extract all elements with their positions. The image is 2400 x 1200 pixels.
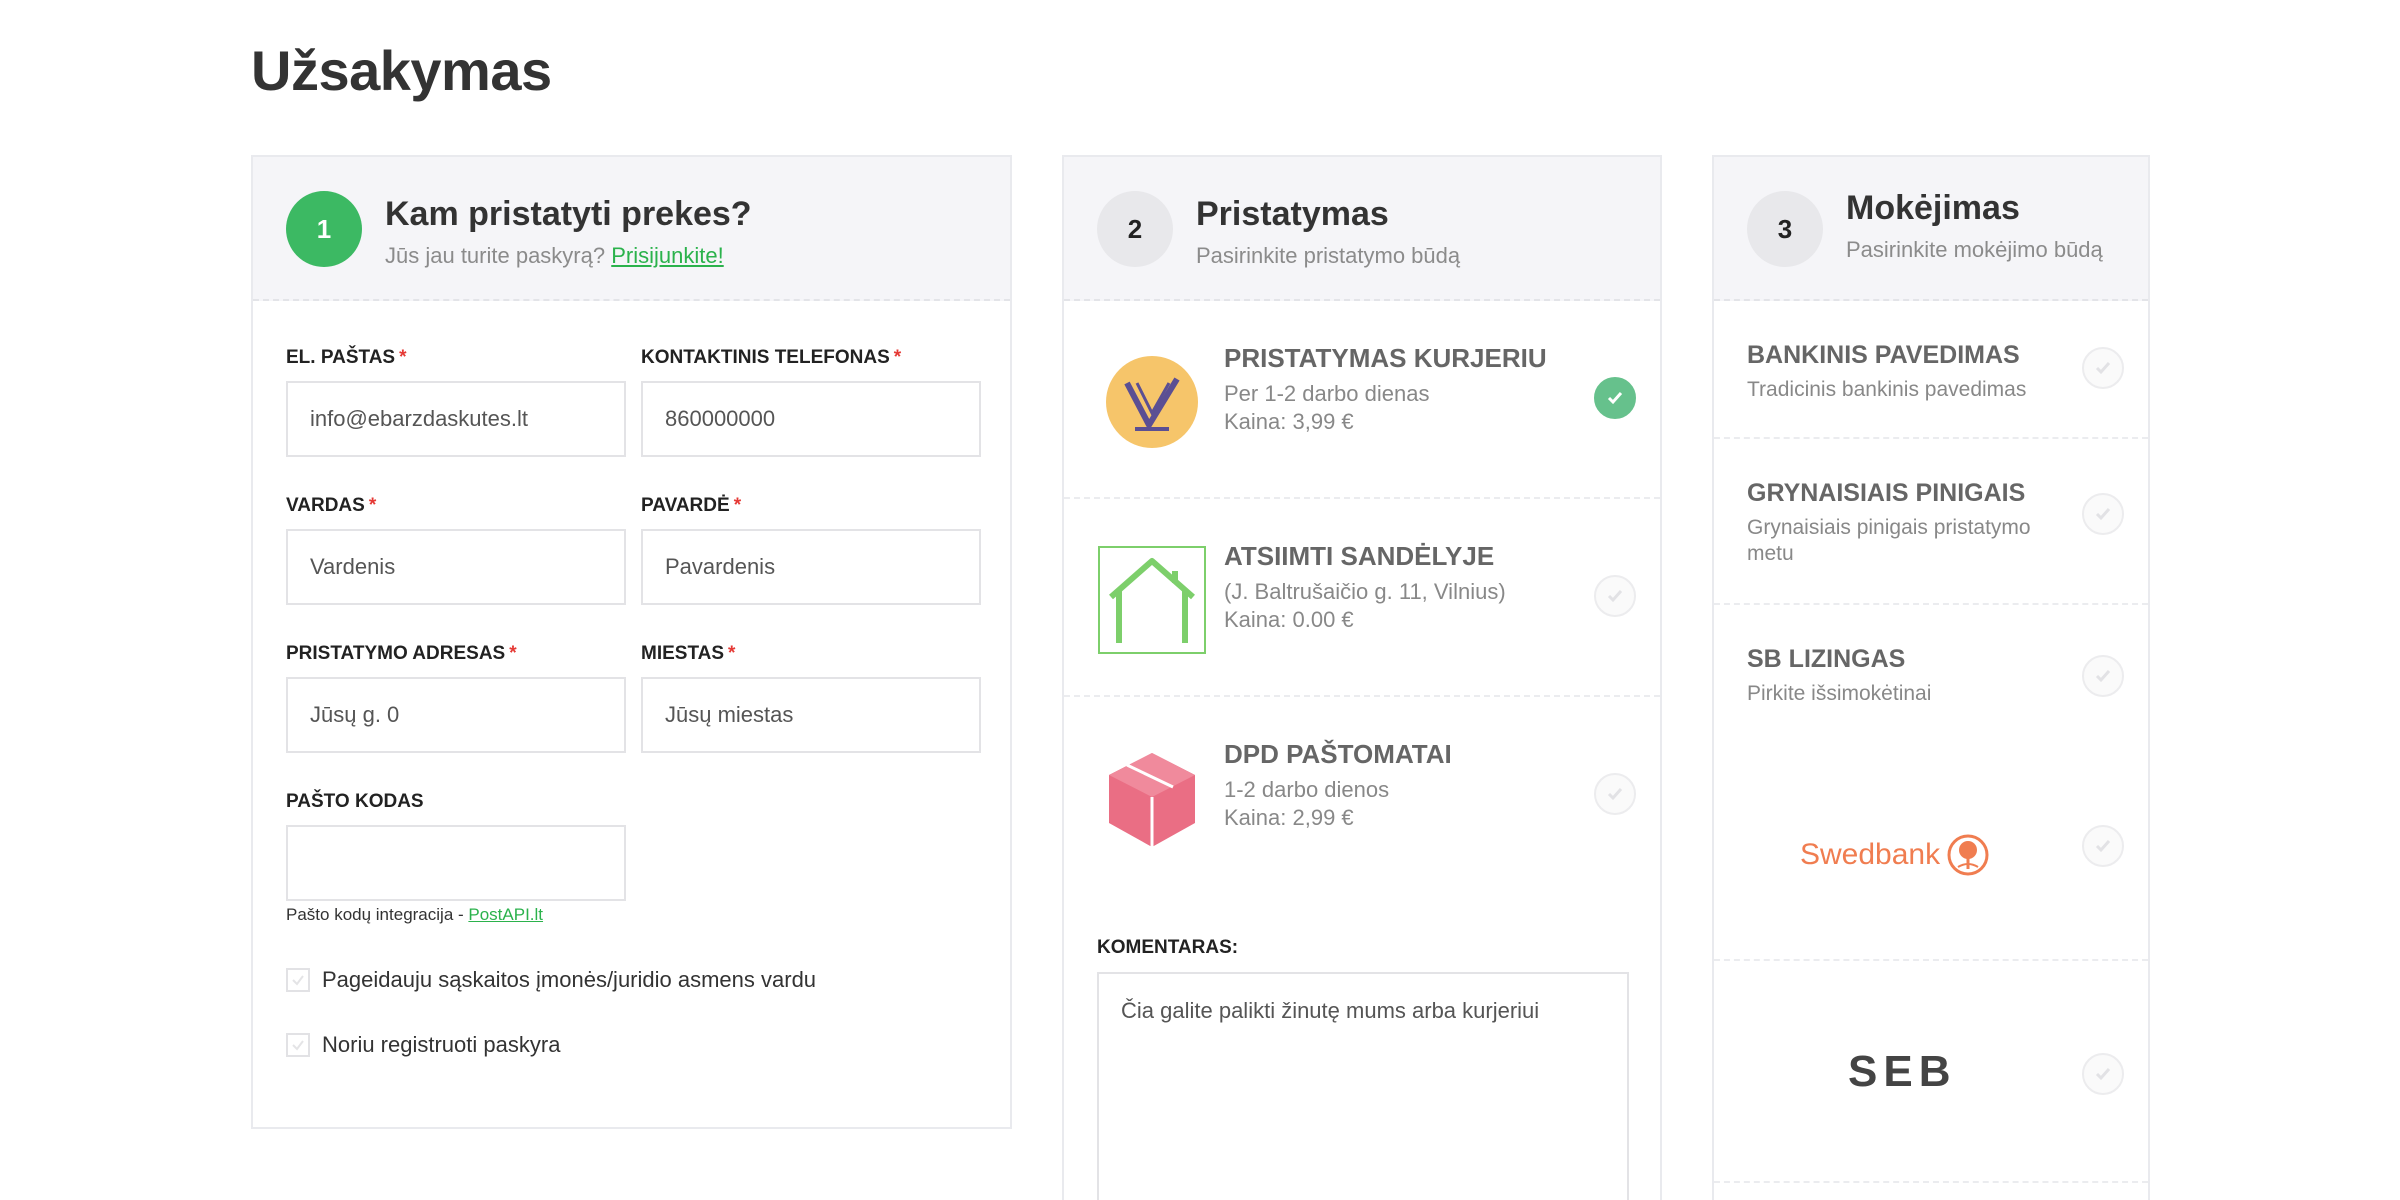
postcode-helper: Pašto kodų integracija - PostAPI.lt <box>286 905 544 924</box>
swedbank-logo: Swedbank <box>1800 833 1990 877</box>
shipping-subtitle: Pasirinkite pristatymo būdą <box>1196 243 1461 268</box>
shipping-option-eta: 1-2 darbo dienos <box>1224 777 1390 802</box>
checkmark-icon <box>2095 840 2111 853</box>
step-2-badge: 2 <box>1097 191 1173 267</box>
shipping-option-address: (J. Baltrušaičio g. 11, Vilnius) <box>1224 579 1506 604</box>
postcode-label: PAŠTO KODAS <box>286 791 424 812</box>
checkmark-icon <box>2095 670 2111 683</box>
payment-option-title: SB LIZINGAS <box>1747 645 1906 673</box>
checkmark-icon <box>2095 1068 2111 1081</box>
shipping-radio-selected[interactable] <box>1594 377 1636 419</box>
contact-subtitle: Jūs jau turite paskyrą? Prisijunkite! <box>385 243 724 269</box>
swedbank-tree-icon <box>1947 834 1989 876</box>
city-field[interactable]: Jūsų miestas <box>641 677 981 753</box>
postapi-link[interactable]: PostAPI.lt <box>468 905 543 924</box>
payment-option-title: BANKINIS PAVEDIMAS <box>1747 341 2020 369</box>
payment-subtitle: Pasirinkite mokėjimo būdą <box>1846 237 2103 262</box>
shipping-radio[interactable] <box>1594 773 1636 815</box>
contact-panel-header: 1 Kam pristatyti prekes? Jūs jau turite … <box>253 157 1010 301</box>
shipping-radio[interactable] <box>1594 575 1636 617</box>
payment-option-swedbank[interactable]: Swedbank <box>1714 745 2148 961</box>
email-label: EL. PAŠTAS * <box>286 347 407 368</box>
swedbank-wordmark: Swedbank <box>1800 838 1941 871</box>
contact-subtitle-text: Jūs jau turite paskyrą? <box>385 243 606 268</box>
checkmark-icon <box>1607 392 1623 405</box>
shipping-option-courier[interactable]: PRISTATYMAS KURJERIU Per 1-2 darbo diena… <box>1064 301 1660 499</box>
register-label: Noriu registruoti paskyra <box>322 1032 561 1057</box>
check-icon <box>292 975 304 986</box>
register-checkbox[interactable] <box>286 1033 310 1057</box>
address-label: PRISTATYMO ADRESAS * <box>286 643 517 664</box>
comment-textarea[interactable]: Čia galite palikti žinutę mums arba kurj… <box>1097 972 1629 1200</box>
check-icon <box>292 1040 304 1051</box>
dpd-box-logo <box>1097 743 1207 853</box>
contact-panel: 1 Kam pristatyti prekes? Jūs jau turite … <box>251 155 1012 1129</box>
venipak-express-logo <box>1097 347 1207 457</box>
login-link[interactable]: Prisijunkite! <box>611 243 723 268</box>
contact-title: Kam pristatyti prekes? <box>385 195 752 233</box>
payment-radio[interactable] <box>2082 347 2124 389</box>
shipping-option-eta: Per 1-2 darbo dienas <box>1224 381 1430 406</box>
first-name-label: VARDAS * <box>286 495 377 516</box>
address-field[interactable]: Jūsų g. 0 <box>286 677 626 753</box>
payment-radio[interactable] <box>2082 655 2124 697</box>
checkmark-icon <box>1607 788 1623 801</box>
shipping-option-pickup[interactable]: ATSIIMTI SANDĖLYJE (J. Baltrušaičio g. 1… <box>1064 499 1660 697</box>
company-invoice-checkbox[interactable] <box>286 968 310 992</box>
last-name-label: PAVARDĖ * <box>641 495 742 516</box>
shipping-option-price: Kaina: 0.00 € <box>1224 607 1354 632</box>
payment-option-title: GRYNAISIAIS PINIGAIS <box>1747 479 2026 507</box>
payment-option-subtitle: Pirkite išsimokėtinai <box>1747 682 1932 705</box>
checkmark-icon <box>1607 590 1623 603</box>
step-1-badge: 1 <box>286 191 362 267</box>
shipping-title: Pristatymas <box>1196 195 1389 233</box>
postcode-field[interactable] <box>286 825 626 901</box>
payment-radio[interactable] <box>2082 1053 2124 1095</box>
payment-option-subtitle: Tradicinis bankinis pavedimas <box>1747 378 2027 401</box>
shipping-panel-header: 2 Pristatymas Pasirinkite pristatymo būd… <box>1064 157 1660 301</box>
payment-panel: 3 Mokėjimas Pasirinkite mokėjimo būdą BA… <box>1712 155 2150 1200</box>
payment-option-bank-transfer[interactable]: BANKINIS PAVEDIMAS Tradicinis bankinis p… <box>1714 301 2148 439</box>
shipping-option-dpd[interactable]: DPD PAŠTOMATAI 1-2 darbo dienos Kaina: 2… <box>1064 697 1660 895</box>
register-checkbox-row[interactable]: Noriu registruoti paskyra <box>286 1032 560 1058</box>
shipping-option-price: Kaina: 2,99 € <box>1224 805 1354 830</box>
company-invoice-checkbox-row[interactable]: Pageidauju sąskaitos įmonės/juridio asme… <box>286 967 816 993</box>
comment-label: KOMENTARAS: <box>1097 937 1239 958</box>
payment-title: Mokėjimas <box>1846 189 2020 227</box>
phone-field[interactable]: 860000000 <box>641 381 981 457</box>
payment-option-sb-leasing[interactable]: SB LIZINGAS Pirkite išsimokėtinai <box>1714 605 2148 745</box>
payment-radio[interactable] <box>2082 493 2124 535</box>
payment-option-seb[interactable]: SEB <box>1714 961 2148 1183</box>
last-name-field[interactable]: Pavardenis <box>641 529 981 605</box>
payment-option-cash[interactable]: GRYNAISIAIS PINIGAIS Grynaisiais pinigai… <box>1714 439 2148 605</box>
house-icon <box>1097 545 1207 655</box>
checkmark-icon <box>2095 508 2111 521</box>
shipping-option-title: DPD PAŠTOMATAI <box>1224 739 1452 769</box>
email-field[interactable]: info@ebarzdaskutes.lt <box>286 381 626 457</box>
seb-logo: SEB <box>1848 1047 1957 1096</box>
shipping-option-price: Kaina: 3,99 € <box>1224 409 1354 434</box>
first-name-field[interactable]: Vardenis <box>286 529 626 605</box>
shipping-panel: 2 Pristatymas Pasirinkite pristatymo būd… <box>1062 155 1662 1200</box>
city-label: MIESTAS * <box>641 643 736 664</box>
shipping-option-title: PRISTATYMAS KURJERIU <box>1224 343 1547 373</box>
payment-radio[interactable] <box>2082 825 2124 867</box>
step-3-badge: 3 <box>1747 191 1823 267</box>
checkmark-icon <box>2095 362 2111 375</box>
payment-option-subtitle: Grynaisiais pinigais pristatymo metu <box>1747 516 2031 566</box>
company-invoice-label: Pageidauju sąskaitos įmonės/juridio asme… <box>322 967 817 992</box>
payment-panel-header: 3 Mokėjimas Pasirinkite mokėjimo būdą <box>1714 157 2148 301</box>
phone-label: KONTAKTINIS TELEFONAS * <box>641 347 902 368</box>
shipping-option-title: ATSIIMTI SANDĖLYJE <box>1224 541 1495 571</box>
page-title: Užsakymas <box>251 39 552 102</box>
